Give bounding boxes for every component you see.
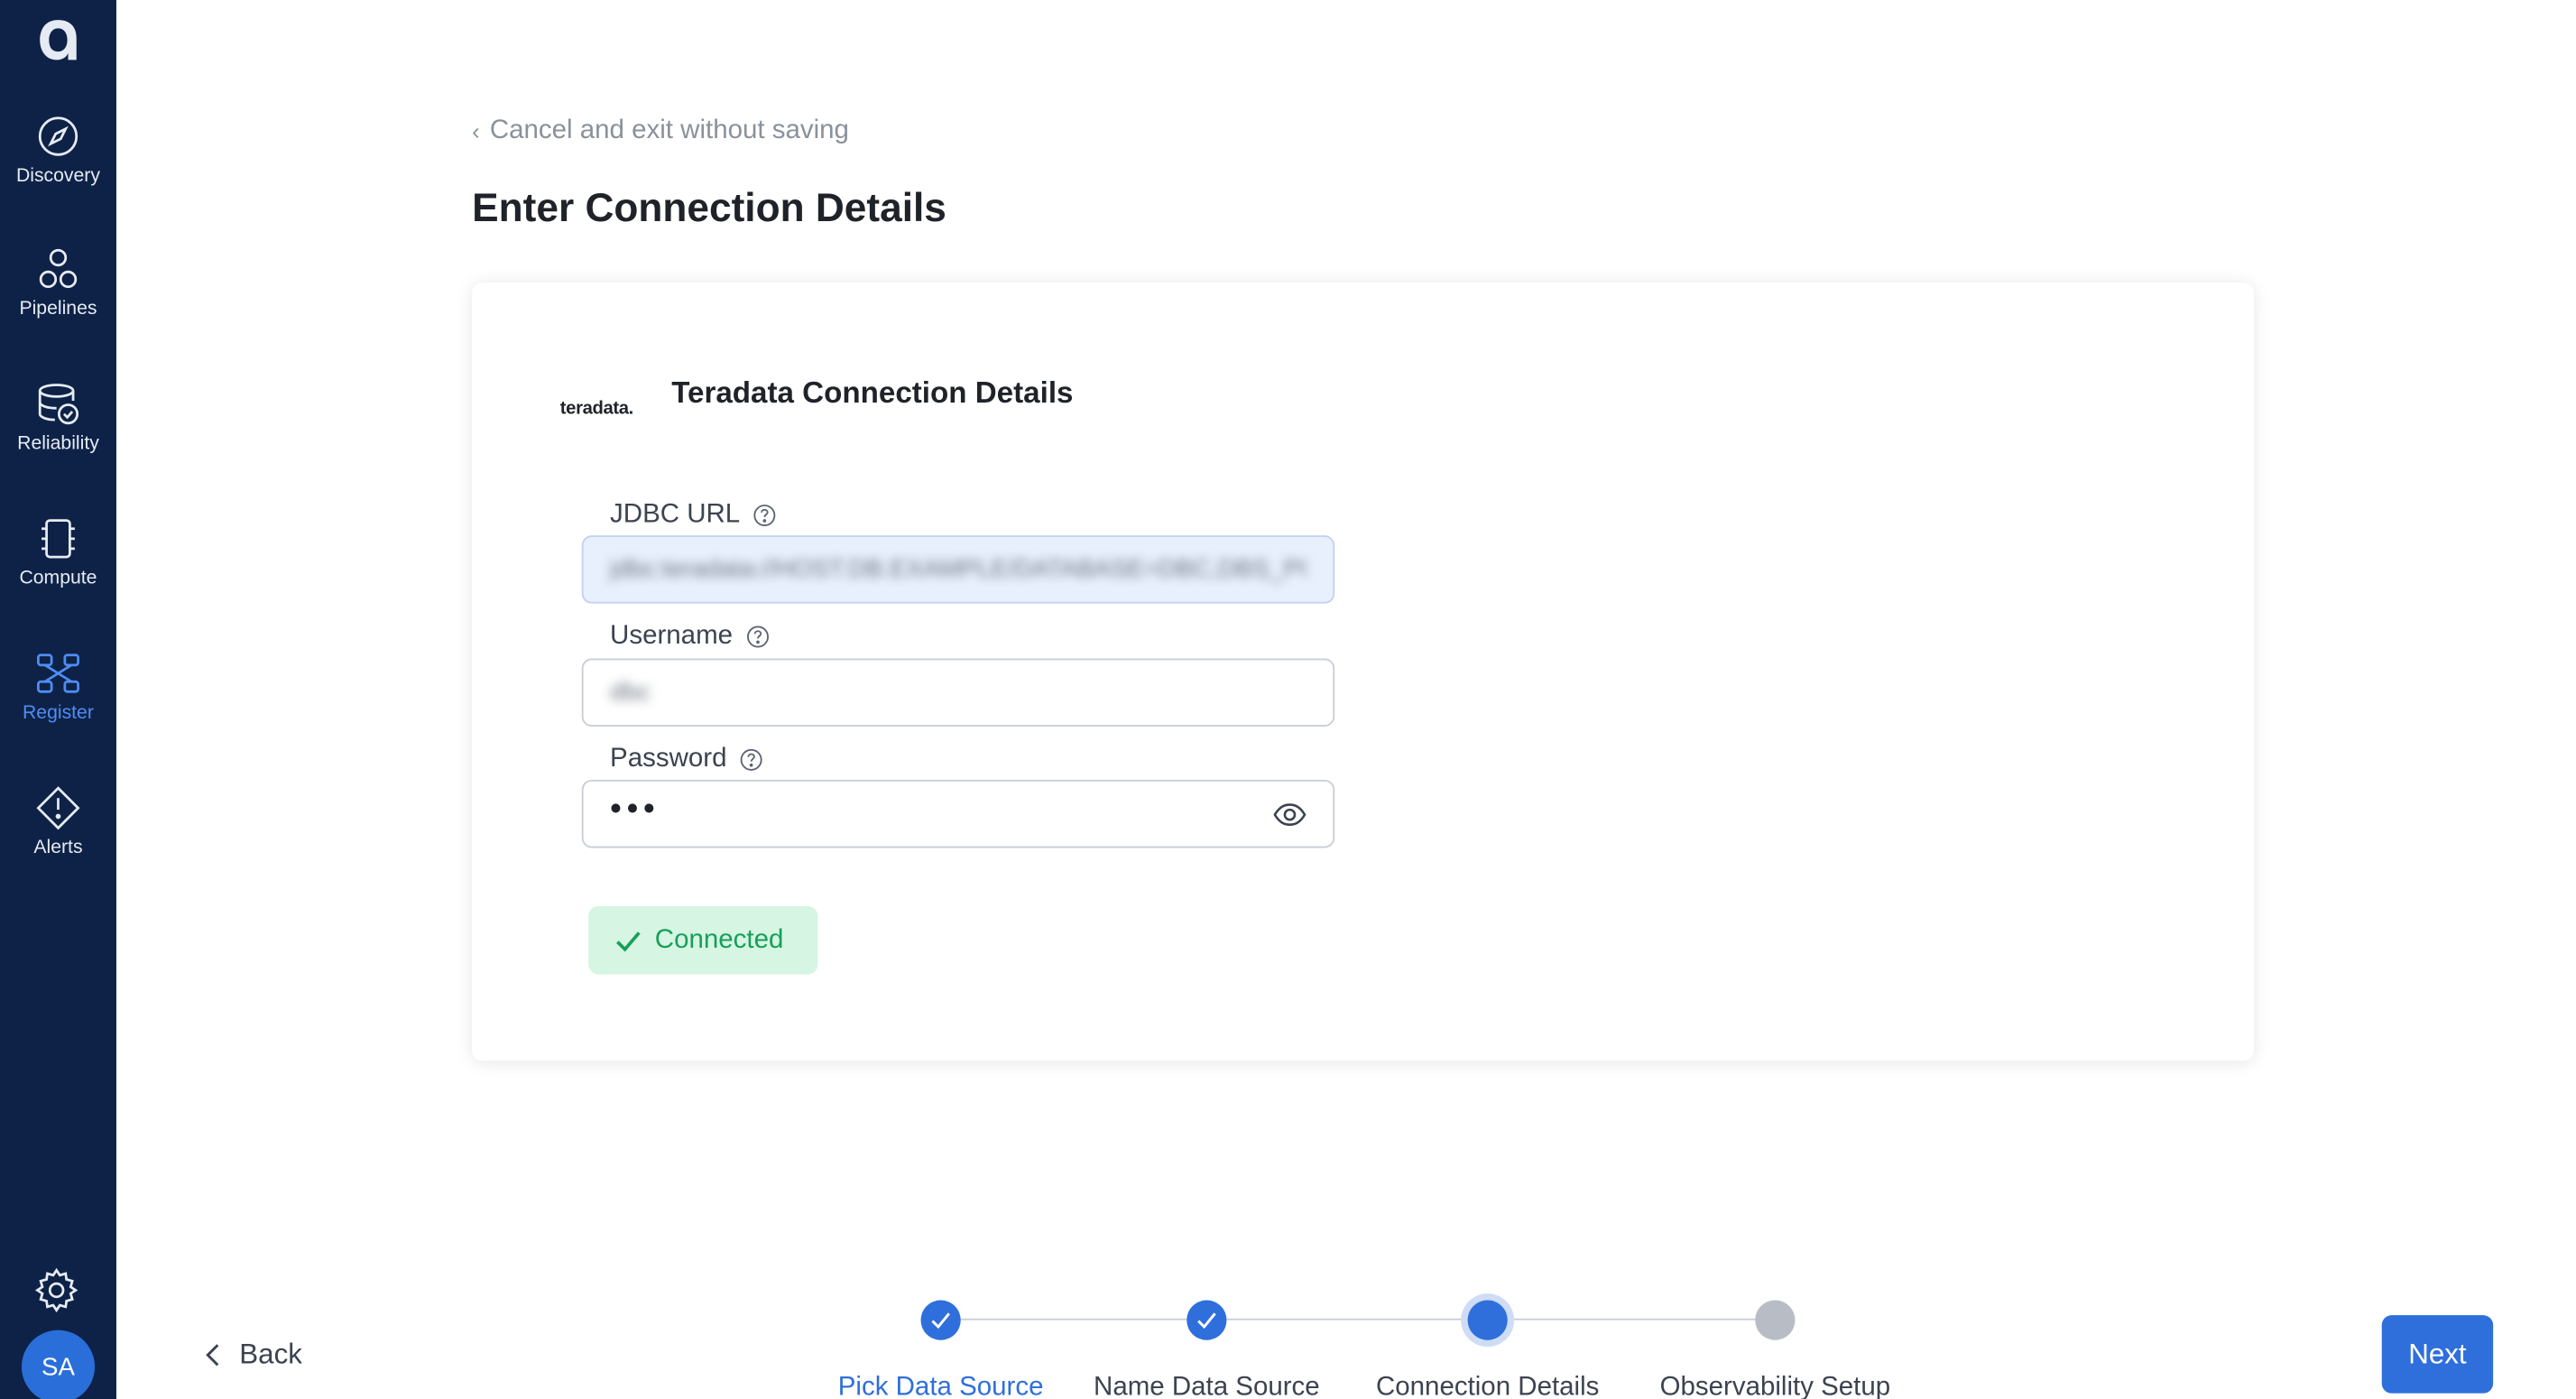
step-observability-setup[interactable] [1755,1300,1796,1340]
pipelines-icon [39,248,78,289]
back-button[interactable]: Back [203,1339,302,1372]
step-label[interactable]: Name Data Source [1094,1374,1320,1399]
sidebar-item-label: Compute [19,568,97,589]
username-input[interactable]: dbc [581,658,1335,727]
sidebar-item-label: Pipelines [19,299,97,320]
step-pick-data-source[interactable] [920,1300,961,1340]
sidebar-item-label: Reliability [17,433,99,454]
help-icon[interactable] [746,625,770,649]
chevron-left-icon: ‹ [472,117,480,145]
chip-icon [42,519,75,559]
step-label[interactable]: Pick Data Source [838,1374,1044,1399]
eye-icon[interactable] [1273,801,1306,828]
connection-status-label: Connected [654,925,784,954]
step-connection-details[interactable] [1467,1300,1508,1340]
app-root: Discovery Pipelines Reliability Compute … [0,0,2576,1399]
sidebar-item-register[interactable]: Register [0,650,116,756]
step-name-data-source[interactable] [1186,1300,1227,1340]
jdbc-url-value: jdbc:teradata://HOST.DB.EXAMPLE/DATABASE… [610,555,1306,584]
username-label: Username [610,622,769,652]
connection-details-card: teradata. Teradata Connection Details JD… [472,283,2254,1061]
page-title: Enter Connection Details [472,186,946,232]
step-label[interactable]: Connection Details [1376,1374,1599,1399]
password-value: ••• [610,790,660,828]
register-icon [36,653,79,693]
compass-icon [38,116,78,156]
jdbc-url-input[interactable]: jdbc:teradata://HOST.DB.EXAMPLE/DATABASE… [581,535,1335,604]
connection-status-badge[interactable]: Connected [588,905,818,975]
sidebar: Discovery Pipelines Reliability Compute … [0,0,116,1399]
check-icon [616,931,641,951]
back-label: Back [239,1338,302,1370]
stepper-connector [1226,1318,1466,1320]
password-label-text: Password [610,745,727,774]
sidebar-item-discovery[interactable]: Discovery [0,113,116,219]
password-input[interactable]: ••• [581,779,1335,848]
cancel-exit-label: Cancel and exit without saving [489,116,849,145]
stepper-connector [960,1318,1187,1320]
database-check-icon [38,384,79,425]
password-label: Password [610,745,763,774]
sidebar-item-pipelines[interactable]: Pipelines [0,246,116,353]
username-value: dbc [610,678,651,707]
sidebar-item-reliability[interactable]: Reliability [0,381,116,487]
sidebar-item-compute[interactable]: Compute [0,515,116,622]
stepper-connector [1507,1318,1758,1320]
card-title: Teradata Connection Details [671,375,1074,410]
check-icon [1197,1312,1216,1329]
step-label[interactable]: Observability Setup [1660,1374,1891,1399]
help-icon[interactable] [740,748,763,772]
sidebar-item-label: Discovery [15,166,100,187]
gear-icon[interactable] [33,1267,80,1314]
check-icon [931,1312,950,1329]
username-label-text: Username [610,621,734,651]
cancel-exit-link[interactable]: ‹ Cancel and exit without saving [472,116,849,146]
jdbc-url-label: JDBC URL [610,500,777,530]
next-button[interactable]: Next [2381,1315,2494,1394]
sidebar-item-label: Alerts [33,838,83,858]
chevron-left-icon [206,1344,219,1367]
avatar[interactable]: SA [21,1330,95,1399]
teradata-logo: teradata. [559,399,634,420]
sidebar-item-label: Register [23,703,94,724]
app-logo-icon[interactable] [37,16,80,63]
jdbc-url-label-text: JDBC URL [610,500,741,529]
sidebar-item-alerts[interactable]: Alerts [0,784,116,891]
help-icon[interactable] [753,504,777,527]
alert-diamond-icon [36,786,80,830]
